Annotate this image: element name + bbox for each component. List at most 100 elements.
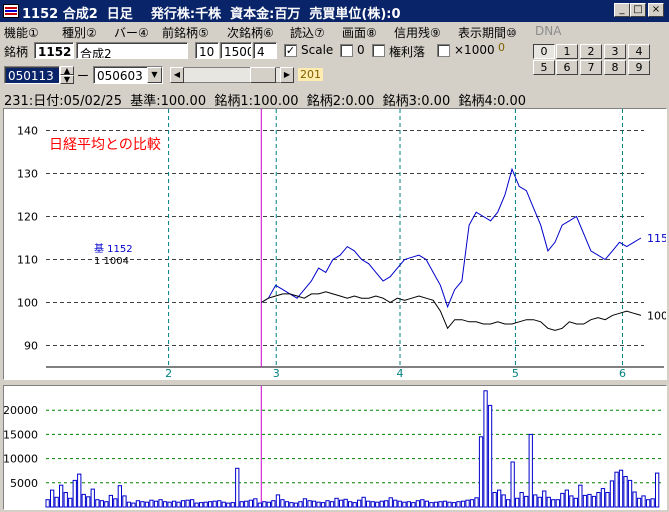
scale-checkbox[interactable]: ✓ <box>284 44 297 57</box>
close-button[interactable]: × <box>648 3 664 17</box>
menu-bar-type[interactable]: バー④ <box>114 24 149 41</box>
volume-bar <box>460 500 466 508</box>
y-tick-label: 120 <box>17 211 38 224</box>
volume-bar <box>605 492 610 508</box>
volume-chart-panel[interactable]: 5000 10000 15000 20000 <box>3 385 667 510</box>
series-end-label-1004: 100 <box>647 309 666 322</box>
volume-bar <box>573 497 579 508</box>
volume-bar <box>212 500 217 508</box>
menu-bar: 機能① 種別② バー④ 前銘柄⑤ 次銘柄⑥ 読込⑦ 画面⑧ 信用残⑨ 表示期間⑩… <box>0 22 669 40</box>
start-date-spin-up[interactable]: ▲ <box>60 66 74 75</box>
num-button-6[interactable]: 6 <box>556 60 578 75</box>
num-button-3[interactable]: 3 <box>604 44 626 59</box>
scroll-right-icon[interactable]: ▶ <box>280 67 294 83</box>
menu-function[interactable]: 機能① <box>4 24 39 41</box>
volume-bar <box>582 494 588 508</box>
volume-bar <box>226 502 231 508</box>
window-title: 1152 合成2 日足 発行株:千株 資本金:百万 売買単位(株):0 <box>22 7 401 22</box>
volume-bar <box>244 500 249 508</box>
volume-bar <box>185 499 190 508</box>
start-date-input[interactable]: 050113 <box>4 66 60 84</box>
volume-bar <box>357 499 362 508</box>
scroll-thumb[interactable] <box>250 67 276 83</box>
num-button-7[interactable]: 7 <box>580 60 602 75</box>
volume-bar <box>86 496 91 508</box>
volume-bar <box>108 494 113 508</box>
menu-screen[interactable]: 画面⑧ <box>342 24 377 41</box>
zero-checkbox[interactable] <box>340 44 353 57</box>
volume-bar <box>478 436 484 508</box>
volume-bar <box>113 498 118 508</box>
volume-bar <box>221 501 226 508</box>
app-icon[interactable] <box>3 4 19 18</box>
menu-next-stock[interactable]: 次銘柄⑥ <box>227 24 274 41</box>
menu-dna[interactable]: DNA <box>535 24 561 38</box>
stock-name-field[interactable]: 合成2 <box>76 42 188 59</box>
volume-bar <box>542 490 547 508</box>
num-button-4[interactable]: 4 <box>628 44 650 59</box>
title-bar: 1152 合成2 日足 発行株:千株 資本金:百万 売買単位(株):0 _ □ … <box>0 0 669 22</box>
volume-bar <box>533 494 538 508</box>
volume-bar <box>388 497 393 508</box>
volume-tick-label: 20000 <box>4 404 38 417</box>
volume-bar <box>190 499 195 508</box>
volume-bar <box>627 479 633 508</box>
param2-input[interactable]: 1500 <box>220 42 252 59</box>
y-tick-label: 140 <box>17 125 38 138</box>
x1000-checkbox[interactable] <box>437 44 450 57</box>
menu-type[interactable]: 種別② <box>62 24 97 41</box>
menu-display-period[interactable]: 表示期間⑩ <box>458 24 517 41</box>
num-button-9[interactable]: 9 <box>628 60 650 75</box>
code-input[interactable]: 1152 <box>34 42 74 59</box>
volume-bar <box>266 501 272 508</box>
volume-bar <box>632 491 637 508</box>
rights-checkbox[interactable] <box>372 44 385 57</box>
volume-bar <box>497 489 502 508</box>
volume-bar <box>140 501 145 508</box>
volume-bar <box>153 500 159 508</box>
volume-bar <box>447 501 452 508</box>
minimize-button[interactable]: _ <box>614 3 630 17</box>
volume-bar <box>117 485 122 508</box>
volume-bar <box>339 499 344 508</box>
volume-bar <box>167 501 172 508</box>
volume-bar <box>171 500 177 508</box>
volume-bar <box>501 494 506 508</box>
volume-bar <box>235 467 240 508</box>
date-range-dash: ー <box>77 69 90 83</box>
num-button-2[interactable]: 2 <box>580 44 602 59</box>
start-date-spin-down[interactable]: ▼ <box>60 75 74 84</box>
end-date-dropdown-icon[interactable]: ▼ <box>147 67 162 83</box>
volume-bar <box>162 501 168 508</box>
code-label: 銘柄 <box>4 45 29 59</box>
volume-bar <box>54 496 59 508</box>
volume-bar <box>442 500 448 508</box>
scroll-left-icon[interactable]: ◀ <box>170 67 184 83</box>
volume-bar <box>510 461 515 508</box>
bar-count: 201 <box>298 68 323 81</box>
volume-bar <box>384 500 389 508</box>
menu-load[interactable]: 読込⑦ <box>290 24 325 41</box>
volume-bar <box>311 500 317 508</box>
menu-margin[interactable]: 信用残⑨ <box>394 24 441 41</box>
volume-bar <box>348 501 353 508</box>
param3-input[interactable]: 4 <box>253 42 277 59</box>
volume-bar <box>483 390 488 508</box>
menu-prev-stock[interactable]: 前銘柄⑤ <box>162 24 209 41</box>
volume-bar <box>375 501 380 508</box>
x1000-label: ×1000 <box>454 43 495 57</box>
volume-tick-label: 10000 <box>4 453 38 466</box>
volume-bar <box>352 502 357 508</box>
volume-bar <box>600 488 606 508</box>
volume-bar <box>623 476 628 508</box>
num-button-8[interactable]: 8 <box>604 60 626 75</box>
price-chart-panel[interactable]: 90 100 110 120 130 140 2 3 4 5 6 日経平均との比較基 1152 1 10… <box>3 108 667 380</box>
maximize-button[interactable]: □ <box>630 3 646 17</box>
volume-bar <box>546 496 551 508</box>
volume-bar <box>646 499 651 508</box>
num-button-5[interactable]: 5 <box>533 60 555 75</box>
num-button-0[interactable]: 0 <box>533 44 555 59</box>
num-button-1[interactable]: 1 <box>556 44 578 59</box>
param1-input[interactable]: 10 <box>195 42 219 59</box>
volume-bar <box>614 471 619 508</box>
